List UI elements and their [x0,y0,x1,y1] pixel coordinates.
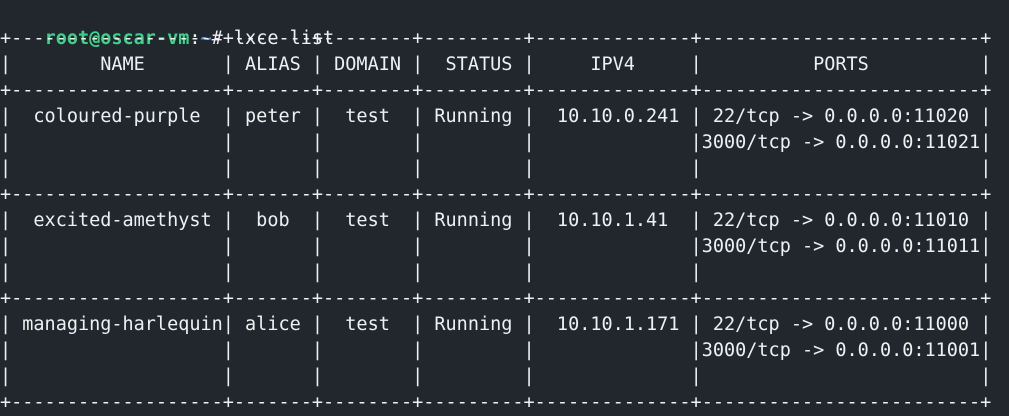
cell-name [11,262,223,283]
table-row-continuation: | | | | | |3000/tcp -> 0.0.0.0:11011| [0,236,992,257]
cell-ipv4 [535,340,691,361]
cell-ports: 3000/tcp -> 0.0.0.0:11021 [701,132,981,153]
cell-domain [323,366,412,387]
cell-domain [323,340,412,361]
cell-ports: PORTS [701,54,981,75]
table-border: +-------------------+-------+--------+--… [0,80,992,101]
table-row-spacer: | | | | | | | [0,158,992,179]
table-row-continuation: | | | | | |3000/tcp -> 0.0.0.0:11001| [0,340,992,361]
table-border: +-------------------+-------+--------+--… [0,392,992,413]
table-row-spacer: | | | | | | | [0,262,992,283]
cell-domain: test [323,106,413,127]
cell-ipv4: 10.10.1.41 [534,210,691,231]
cell-ipv4 [535,158,691,179]
cell-domain: test [323,210,413,231]
table-row-continuation: | | | | | |3000/tcp -> 0.0.0.0:11021| [0,132,992,153]
table-row-spacer: | | | | | | | [0,366,992,387]
prompt-line: root@oscar-vm:~# lxce list [0,0,335,49]
cell-domain: test [323,314,413,335]
cell-name: NAME [11,54,223,75]
cell-name [11,132,223,153]
cell-status [423,236,523,257]
cell-alias: ALIAS [233,54,312,75]
cell-name [11,236,223,257]
cell-status: Running [423,106,524,127]
cell-ports: 22/tcp -> 0.0.0.0:11010 [701,210,981,231]
cell-ipv4 [535,262,691,283]
cell-alias [234,132,312,153]
cell-alias: alice [233,314,312,335]
cell-ports [702,366,980,387]
cell-name [11,158,223,179]
terminal-window[interactable]: root@oscar-vm:~# lxce list +------------… [0,0,1009,413]
cell-ports [702,262,980,283]
table-row: | managing-harlequin| alice | test | Run… [0,314,992,335]
cell-alias [234,158,312,179]
cell-ipv4: 10.10.0.241 [534,106,691,127]
cell-status [423,158,523,179]
cell-ports: 22/tcp -> 0.0.0.0:11000 [701,314,981,335]
cell-status: Running [423,314,524,335]
cell-name [11,366,223,387]
cell-alias [234,262,312,283]
cell-ipv4 [535,366,691,387]
cell-ipv4: 10.10.1.171 [534,314,691,335]
table-border: +-------------------+-------+--------+--… [0,288,992,309]
cell-ports: 22/tcp -> 0.0.0.0:11020 [701,106,981,127]
cell-name: coloured-purple [11,106,223,127]
cell-name [11,340,223,361]
table-row: | excited-amethyst | bob | test | Runnin… [0,210,992,231]
cell-status [423,262,523,283]
cell-domain: DOMAIN [323,54,413,75]
cell-ipv4: IPV4 [534,54,691,75]
cell-status [423,340,523,361]
table-header-row: | NAME | ALIAS | DOMAIN | STATUS | IPV4 … [0,54,992,75]
cell-status [423,132,523,153]
cell-ipv4 [535,132,691,153]
cell-name: managing-harlequin [11,314,223,335]
table-row: | coloured-purple | peter | test | Runni… [0,106,992,127]
cell-alias: peter [233,106,312,127]
cell-ipv4 [535,236,691,257]
cell-status: Running [423,210,524,231]
cell-domain [323,132,412,153]
cell-domain [323,262,412,283]
cell-alias: bob [233,210,312,231]
cell-ports: 3000/tcp -> 0.0.0.0:11011 [701,236,981,257]
cell-alias [234,366,312,387]
cell-ports: 3000/tcp -> 0.0.0.0:11001 [701,340,981,361]
cell-alias [234,340,312,361]
cell-name: excited-amethyst [11,210,223,231]
cell-alias [234,236,312,257]
table-border: +-------------------+-------+--------+--… [0,28,992,49]
cell-domain [323,158,412,179]
cell-domain [323,236,412,257]
cell-status [423,366,523,387]
cell-status: STATUS [423,54,524,75]
table-border: +-------------------+-------+--------+--… [0,184,992,205]
cell-ports [702,158,980,179]
